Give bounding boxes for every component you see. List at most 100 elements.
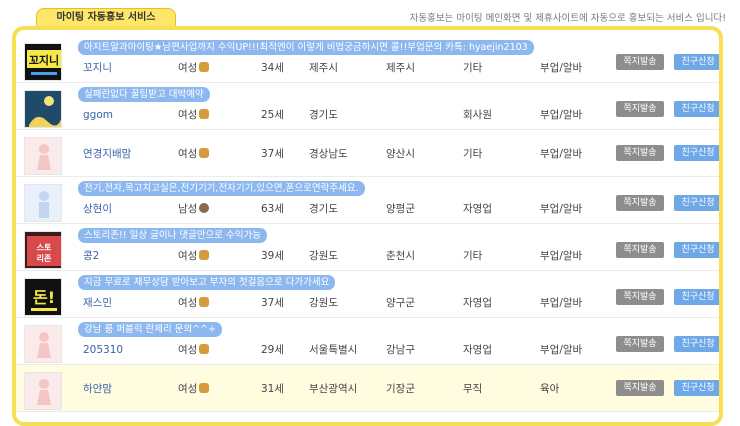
nickname-link[interactable]: 상현이 (83, 202, 112, 216)
friend-request-button[interactable]: 친구신청 (674, 242, 719, 258)
gender-text: 여성 (178, 383, 198, 395)
friend-request-button[interactable]: 친구신청 (674, 195, 719, 211)
list-item: 실패란없다 꿀팁받고 대박예약 ggom 여성 25세 경기도 회사원 부업/알바 쪽지발송 친… (16, 83, 719, 130)
send-message-button[interactable]: 쪽지발송 (616, 54, 664, 70)
friend-request-button[interactable]: 친구신청 (674, 54, 719, 70)
promo-message[interactable]: 스토리존!! 일상 글이나 댓글만으로 수익가능 (78, 228, 268, 243)
avatar[interactable] (24, 184, 62, 222)
friend-request-button[interactable]: 친구신청 (674, 101, 719, 117)
region-label: 강원도 (309, 297, 338, 309)
region-label: 경상남도 (309, 148, 348, 160)
position-label: 육아 (540, 383, 560, 395)
age-label: 34세 (261, 62, 285, 74)
position-label: 부업/알바 (540, 344, 583, 356)
gender-label: 여성 (178, 108, 210, 122)
female-icon (199, 383, 210, 393)
promo-message[interactable]: 실패란없다 꿀팁받고 대박예약 (78, 87, 210, 102)
send-message-button[interactable]: 쪽지발송 (616, 145, 664, 161)
gender-label: 남성 (178, 202, 210, 216)
nickname-link[interactable]: 205310 (83, 343, 123, 357)
region-label: 경기도 (309, 109, 338, 121)
position-label: 부업/알바 (540, 250, 583, 262)
region-label: 제주시 (309, 62, 338, 74)
list-item: 전기,전자,목고치고실은,전기기기,전자기기,있으면,폰으로연락주세요. 상현이 남… (16, 177, 719, 224)
nickname-link[interactable]: ggom (83, 108, 113, 122)
job-label: 회사원 (463, 109, 492, 121)
avatar[interactable] (24, 325, 62, 363)
subregion-label: 제주시 (386, 62, 415, 74)
send-message-button[interactable]: 쪽지발송 (616, 380, 664, 396)
nickname-link[interactable]: 콩2 (83, 249, 99, 263)
job-label: 기타 (463, 62, 483, 74)
age-label: 37세 (261, 297, 285, 309)
auto-promo-tab[interactable]: 마이팅 자동홍보 서비스 (36, 8, 176, 27)
nickname-link[interactable]: 하얀맘 (83, 382, 112, 396)
svg-text:돈!: 돈! (33, 288, 55, 307)
gender-label: 여성 (178, 61, 210, 75)
svg-text:리존: 리존 (37, 253, 52, 263)
gender-label: 여성 (178, 147, 210, 161)
female-icon (199, 62, 210, 72)
female-icon (199, 109, 210, 119)
job-label: 자영업 (463, 344, 492, 356)
friend-request-button[interactable]: 친구신청 (674, 380, 719, 396)
avatar[interactable] (24, 137, 62, 175)
job-label: 자영업 (463, 297, 492, 309)
promo-board: 꼬지니 아지트알과마이팅★남편사업까지 수익UP!!!최적엔이 이렇게 비법궁금하… (12, 26, 723, 426)
job-label: 자영업 (463, 203, 492, 215)
friend-request-button[interactable]: 친구신청 (674, 145, 719, 161)
gender-label: 여성 (178, 296, 210, 310)
list-item: 연경지배맘 여성 37세 경상남도 양산시 기타 부업/알바 쪽지발송 친구신청 (16, 130, 719, 177)
avatar[interactable]: 꼬지니 (24, 43, 62, 81)
avatar[interactable] (24, 90, 62, 128)
promo-message[interactable]: 전기,전자,목고치고실은,전기기기,전자기기,있으면,폰으로연락주세요. (78, 181, 365, 196)
job-label: 무직 (463, 383, 483, 395)
female-icon (199, 297, 210, 307)
nickname-link[interactable]: 꼬지니 (83, 61, 112, 75)
gender-text: 여성 (178, 148, 198, 160)
friend-request-button[interactable]: 친구신청 (674, 289, 719, 305)
svg-text:꼬지니: 꼬지니 (29, 53, 59, 67)
promo-message[interactable]: 지금 무료로 재무상담 받아보고 부자의 첫걸음으로 다가가세요 (78, 275, 336, 290)
job-label: 기타 (463, 148, 483, 160)
nickname-link[interactable]: 재스민 (83, 296, 112, 310)
gender-text: 여성 (178, 250, 198, 262)
avatar[interactable]: 돈! (24, 278, 62, 316)
subregion-label: 기장군 (386, 383, 415, 395)
age-label: 39세 (261, 250, 285, 262)
subregion-label: 춘천시 (386, 250, 415, 262)
avatar[interactable] (24, 372, 62, 410)
nickname-link[interactable]: 연경지배맘 (83, 147, 131, 161)
age-label: 63세 (261, 203, 285, 215)
job-label: 기타 (463, 250, 483, 262)
subregion-label: 강남구 (386, 344, 415, 356)
friend-request-button[interactable]: 친구신청 (674, 336, 719, 352)
region-label: 부산광역시 (309, 383, 358, 395)
position-label: 부업/알바 (540, 203, 583, 215)
send-message-button[interactable]: 쪽지발송 (616, 101, 664, 117)
male-icon (199, 203, 210, 213)
gender-label: 여성 (178, 382, 210, 396)
gender-text: 남성 (178, 203, 198, 215)
age-label: 31세 (261, 383, 285, 395)
gender-text: 여성 (178, 62, 198, 74)
position-label: 부업/알바 (540, 297, 583, 309)
send-message-button[interactable]: 쪽지발송 (616, 289, 664, 305)
promo-message[interactable]: 강남 룸 퍼블릭 란제리 문의^^+ (78, 322, 223, 337)
promo-message[interactable]: 아지트알과마이팅★남편사업까지 수익UP!!!최적엔이 이렇게 비법궁금하시면 … (78, 40, 534, 55)
female-icon (199, 148, 210, 158)
send-message-button[interactable]: 쪽지발송 (616, 242, 664, 258)
gender-text: 여성 (178, 344, 198, 356)
position-label: 부업/알바 (540, 109, 583, 121)
female-icon (199, 250, 210, 260)
position-label: 부업/알바 (540, 148, 583, 160)
list-item: 스토 리존 스토리존!! 일상 글이나 댓글만으로 수익가능 콩2 여성 39세 강원도 춘천… (16, 224, 719, 271)
region-label: 서울특별시 (309, 344, 358, 356)
age-label: 25세 (261, 109, 285, 121)
age-label: 37세 (261, 148, 285, 160)
avatar[interactable]: 스토 리존 (24, 231, 62, 269)
position-label: 부업/알바 (540, 62, 583, 74)
send-message-button[interactable]: 쪽지발송 (616, 336, 664, 352)
send-message-button[interactable]: 쪽지발송 (616, 195, 664, 211)
list-item: 꼬지니 아지트알과마이팅★남편사업까지 수익UP!!!최적엔이 이렇게 비법궁금하… (16, 36, 719, 83)
